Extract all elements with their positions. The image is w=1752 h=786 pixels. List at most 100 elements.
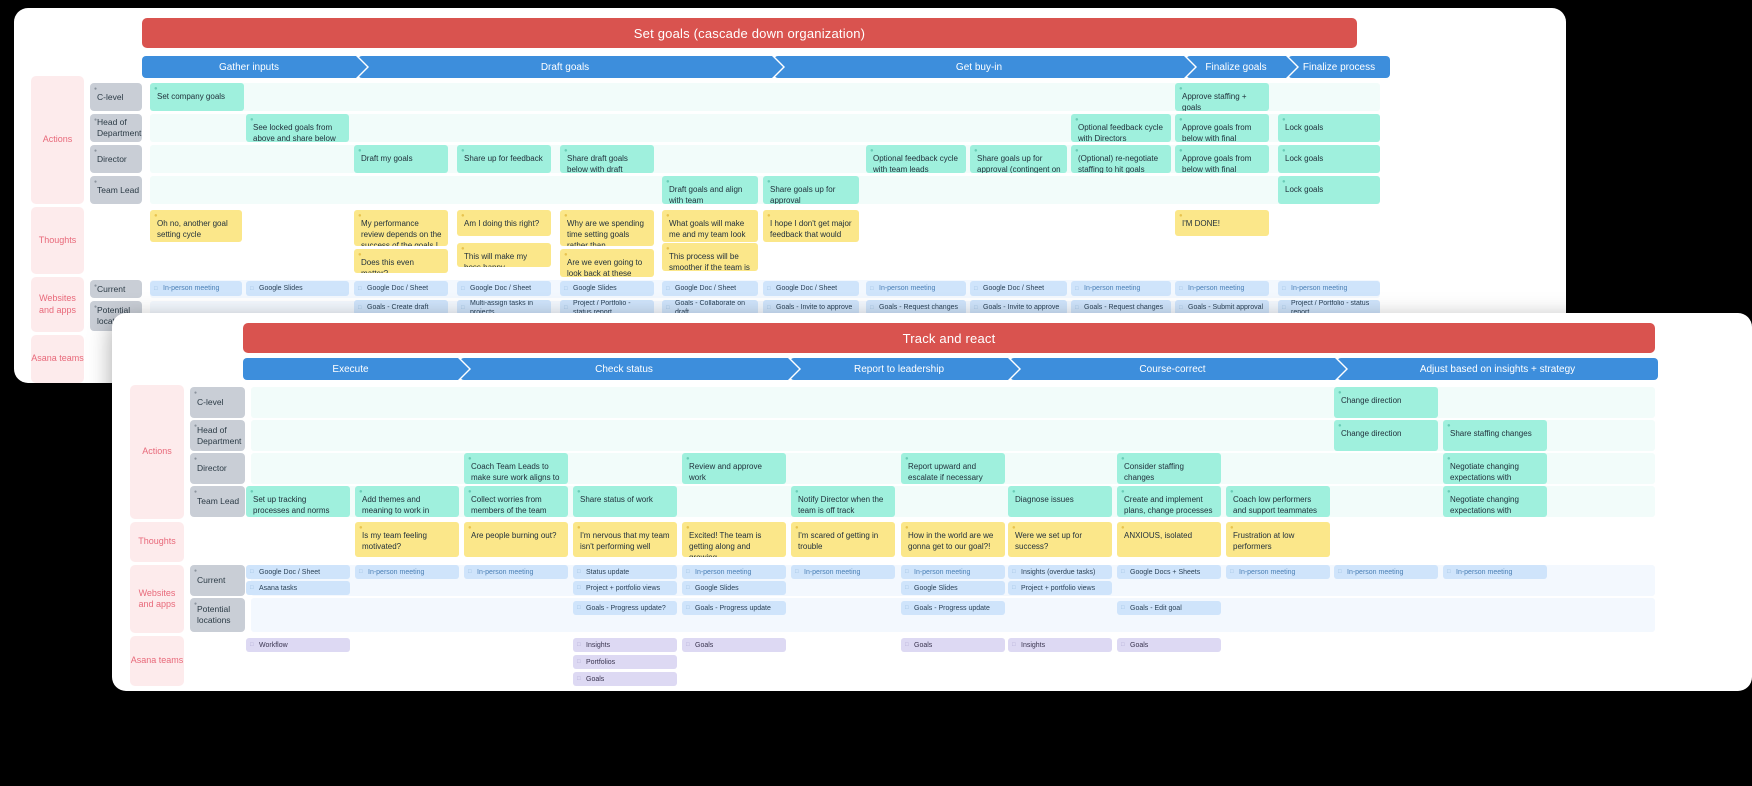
- asana-team-card[interactable]: □ Workflow: [246, 638, 350, 652]
- action-card[interactable]: ● Change direction: [1334, 420, 1438, 451]
- thought-card[interactable]: ● Are we even going to look back at thes…: [560, 249, 654, 277]
- site-card[interactable]: □ Google Doc / Sheet: [246, 565, 350, 579]
- site-card[interactable]: □ In-person meeting: [682, 565, 786, 579]
- thought-card[interactable]: ● What goals will make me and my team lo…: [662, 210, 758, 242]
- thought-card[interactable]: ● ANXIOUS, isolated: [1117, 522, 1221, 557]
- phase-get-buy-in[interactable]: Get buy-in: [774, 56, 1195, 78]
- thought-card[interactable]: ● Are people burning out?: [464, 522, 568, 557]
- site-card[interactable]: □ In-person meeting: [1278, 281, 1380, 296]
- site-card[interactable]: □ In-person meeting: [355, 565, 459, 579]
- action-card[interactable]: ● Approve goals from below with final st…: [1175, 114, 1269, 142]
- thought-card[interactable]: ● I'm scared of getting in trouble: [791, 522, 895, 557]
- asana-team-card[interactable]: □ Goals: [901, 638, 1005, 652]
- phase-report-to-leadership[interactable]: Report to leadership: [790, 358, 1019, 380]
- site-card[interactable]: □ In-person meeting: [791, 565, 895, 579]
- phase-finalize-goals[interactable]: Finalize goals: [1186, 56, 1297, 78]
- action-card[interactable]: ● Approve staffing + goals: [1175, 83, 1269, 111]
- site-card[interactable]: □ Google Doc / Sheet: [763, 281, 859, 296]
- site-card[interactable]: □ Google Slides: [901, 581, 1005, 595]
- action-card[interactable]: ● See locked goals from above and share …: [246, 114, 349, 142]
- site-card[interactable]: □ Project + portfolio views: [573, 581, 677, 595]
- site-card[interactable]: □ Google Slides: [246, 281, 349, 296]
- phase-finalize-process[interactable]: Finalize process: [1288, 56, 1390, 78]
- asana-team-card[interactable]: □ Insights: [573, 638, 677, 652]
- action-card[interactable]: ● Change direction: [1334, 387, 1438, 418]
- site-card[interactable]: □ Google Doc / Sheet: [354, 281, 448, 296]
- action-card[interactable]: ● Create and implement plans, change pro…: [1117, 486, 1221, 517]
- action-card[interactable]: ● Lock goals: [1278, 145, 1380, 173]
- thought-card[interactable]: ● This process will be smoother if the t…: [662, 243, 758, 271]
- role-current[interactable]: ● Current: [190, 565, 245, 596]
- site-card[interactable]: □ Status update: [573, 565, 677, 579]
- role-c-level[interactable]: ● C-level: [90, 83, 142, 111]
- site-card[interactable]: □ Google Docs + Sheets: [1117, 565, 1221, 579]
- site-card[interactable]: □ In-person meeting: [1334, 565, 1438, 579]
- phase-course-correct[interactable]: Course-correct: [1010, 358, 1346, 380]
- action-card[interactable]: ● Approve goals from below with final st…: [1175, 145, 1269, 173]
- role-director[interactable]: ● Director: [90, 145, 142, 173]
- action-card[interactable]: ● Set company goals: [150, 83, 244, 111]
- thought-card[interactable]: ● I hope I don't get major feedback that…: [763, 210, 859, 242]
- action-card[interactable]: ● Consider staffing changes: [1117, 453, 1221, 484]
- asana-team-card[interactable]: □ Insights: [1008, 638, 1112, 652]
- thought-card[interactable]: ● Oh no, another goal setting cycle: [150, 210, 242, 242]
- action-card[interactable]: ● Notify Director when the team is off t…: [791, 486, 895, 517]
- site-card[interactable]: □ Google Doc / Sheet: [662, 281, 758, 296]
- action-card[interactable]: ● Set up tracking processes and norms: [246, 486, 350, 517]
- board-track-and-react[interactable]: Track and react Execute Check status Rep…: [112, 313, 1752, 691]
- site-card[interactable]: □ Insights (overdue tasks): [1008, 565, 1112, 579]
- thought-card[interactable]: ● Excited! The team is getting along and…: [682, 522, 786, 557]
- site-card[interactable]: □ Goals - Edit goal: [1117, 601, 1221, 615]
- role-team-lead[interactable]: ● Team Lead: [190, 486, 245, 517]
- thought-card[interactable]: ● This will make my boss happy: [457, 243, 551, 267]
- site-card[interactable]: □ Goals - Progress update?: [573, 601, 677, 615]
- role-director[interactable]: ● Director: [190, 453, 245, 484]
- thought-card[interactable]: ● I'm nervous that my team isn't perform…: [573, 522, 677, 557]
- phase-execute[interactable]: Execute: [243, 358, 469, 380]
- site-card[interactable]: □ Project + portfolio views: [1008, 581, 1112, 595]
- action-card[interactable]: ● Diagnose issues: [1008, 486, 1112, 517]
- action-card[interactable]: ● Share staffing changes: [1443, 420, 1547, 451]
- site-card[interactable]: □ Asana tasks: [246, 581, 350, 595]
- thought-card[interactable]: ● Am I doing this right?: [457, 210, 551, 236]
- site-card[interactable]: □ In-person meeting: [901, 565, 1005, 579]
- site-card[interactable]: □ Google Doc / Sheet: [457, 281, 551, 296]
- site-card[interactable]: □ In-person meeting: [150, 281, 242, 296]
- action-card[interactable]: ● Share goals up for approval (contingen…: [970, 145, 1067, 173]
- action-card[interactable]: ● Report upward and escalate if necessar…: [901, 453, 1005, 484]
- action-card[interactable]: ● Coach low performers and support teamm…: [1226, 486, 1330, 517]
- action-card[interactable]: ● Collect worries from members of the te…: [464, 486, 568, 517]
- role-team-lead[interactable]: ● Team Lead: [90, 176, 142, 204]
- action-card[interactable]: ● Share draft goals below with draft sta…: [560, 145, 654, 173]
- role-potential-locations[interactable]: ● Potential locations: [190, 598, 245, 632]
- asana-team-card[interactable]: □ Goals: [682, 638, 786, 652]
- thought-card[interactable]: ● I'M DONE!: [1175, 210, 1269, 236]
- action-card[interactable]: ● Lock goals: [1278, 176, 1380, 204]
- role-c-level[interactable]: ● C-level: [190, 387, 245, 418]
- action-card[interactable]: ● Coach Team Leads to make sure work ali…: [464, 453, 568, 484]
- action-card[interactable]: ● Draft my goals: [354, 145, 448, 173]
- phase-adjust-based-on-insights[interactable]: Adjust based on insights + strategy: [1337, 358, 1658, 380]
- action-card[interactable]: ● Draft goals and align with team: [662, 176, 758, 204]
- role-head-of-department[interactable]: ● Head of Department: [190, 420, 245, 451]
- role-current[interactable]: ● Current: [90, 280, 142, 298]
- thought-card[interactable]: ● Why are we spending time setting goals…: [560, 210, 654, 246]
- thought-card[interactable]: ● Is my team feeling motivated?: [355, 522, 459, 557]
- site-card[interactable]: □ In-person meeting: [1175, 281, 1269, 296]
- thought-card[interactable]: ● Frustration at low performers: [1226, 522, 1330, 557]
- action-card[interactable]: ● Share up for feedback: [457, 145, 551, 173]
- phase-check-status[interactable]: Check status: [460, 358, 799, 380]
- site-card[interactable]: □ Google Slides: [682, 581, 786, 595]
- phase-draft-goals[interactable]: Draft goals: [358, 56, 783, 78]
- site-card[interactable]: □ Goals - Progress update: [682, 601, 786, 615]
- thought-card[interactable]: ● My performance review depends on the s…: [354, 210, 448, 246]
- site-card[interactable]: □ In-person meeting: [866, 281, 966, 296]
- site-card[interactable]: □ Google Slides: [560, 281, 654, 296]
- thought-card[interactable]: ● How in the world are we gonna get to o…: [901, 522, 1005, 557]
- action-card[interactable]: ● Lock goals: [1278, 114, 1380, 142]
- site-card[interactable]: □ Goals - Progress update: [901, 601, 1005, 615]
- action-card[interactable]: ● Review and approve work: [682, 453, 786, 484]
- asana-team-card[interactable]: □ Portfolios: [573, 655, 677, 669]
- action-card[interactable]: ● Negotiate changing expectations with l…: [1443, 486, 1547, 517]
- site-card[interactable]: □ In-person meeting: [1071, 281, 1171, 296]
